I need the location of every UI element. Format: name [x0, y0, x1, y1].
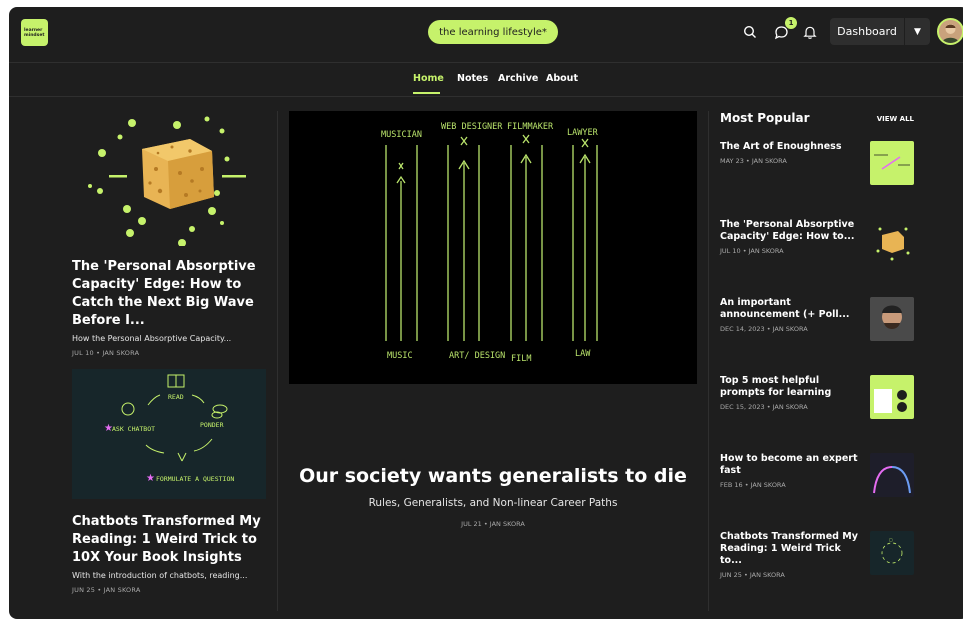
search-icon[interactable]: [740, 22, 760, 42]
nav-item-home[interactable]: Home: [413, 73, 444, 84]
article-title[interactable]: Chatbots Transformed My Reading: 1 Weird…: [72, 513, 272, 567]
article-meta: JUL 10 • JAN SKORA: [72, 349, 140, 357]
dashboard-button[interactable]: Dashboard: [830, 18, 904, 45]
sketch-word-read: READ: [168, 393, 184, 401]
chevron-down-icon: ▼: [914, 26, 921, 37]
hero-title[interactable]: Our society wants generalists to die: [289, 465, 697, 487]
sketch-word-ask: ASK CHATBOT: [112, 425, 155, 433]
sponge-illustration: [72, 111, 272, 247]
most-popular-sidebar: Most Popular VIEW ALL The Art of Enoughn…: [720, 111, 914, 579]
popular-item-title[interactable]: Top 5 most helpful prompts for learning: [720, 375, 862, 399]
top-bar: learner mindset the learning lifestyle* …: [9, 7, 963, 63]
sketch-label-filmmaker: FILMMAKER: [507, 122, 554, 132]
main-nav: Home Notes Archive About: [9, 63, 963, 97]
chatbot-sketch-image: READ PONDER FORMULATE A QUESTION ASK CHA…: [72, 369, 266, 499]
popular-item-title[interactable]: The Art of Enoughness: [720, 141, 862, 153]
popular-item-thumbnail[interactable]: ▢: [870, 531, 914, 575]
hero-meta: JUL 21 • JAN SKORA: [461, 520, 525, 528]
article-card[interactable]: READ PONDER FORMULATE A QUESTION ASK CHA…: [72, 369, 272, 594]
nav-item-notes[interactable]: Notes: [457, 73, 488, 84]
sketch-word-ponder: PONDER: [200, 421, 224, 429]
active-nav-indicator: [413, 92, 440, 94]
sketch-label-web-designer: WEB DESIGNER: [441, 122, 503, 132]
left-column: The 'Personal Absorptive Capacity' Edge:…: [72, 111, 272, 594]
popular-item[interactable]: How to become an expert fast FEB 16 • JA…: [720, 453, 914, 497]
app-window: learner mindset the learning lifestyle* …: [9, 7, 963, 619]
article-card[interactable]: The 'Personal Absorptive Capacity' Edge:…: [72, 111, 272, 357]
sketch-word-formulate: FORMULATE A QUESTION: [156, 475, 234, 483]
notification-badge: 1: [785, 17, 797, 29]
sketch-label-musician: MUSICIAN: [381, 130, 422, 140]
hero-subtitle: Rules, Generalists, and Non-linear Caree…: [368, 497, 618, 509]
avatar[interactable]: [937, 18, 963, 45]
sketch-label-art-design: ART/ DESIGN: [449, 351, 505, 361]
career-paths-sketch: MUSICIAN WEB DESIGNER FILMMAKER LAWYER M…: [381, 122, 599, 364]
sketch-label-music: MUSIC: [387, 351, 413, 361]
sketch-label-lawyer: LAWYER: [567, 128, 599, 138]
sketch-label-film: FILM: [511, 354, 531, 364]
column-divider: [708, 111, 709, 611]
article-title[interactable]: The 'Personal Absorptive Capacity' Edge:…: [72, 258, 272, 330]
star-icon: ★: [104, 423, 113, 434]
popular-item-title[interactable]: The 'Personal Absorptive Capacity' Edge:…: [720, 219, 862, 243]
column-divider: [277, 111, 278, 611]
popular-item-title[interactable]: How to become an expert fast: [720, 453, 862, 477]
popular-item-title[interactable]: An important announcement (+ Poll...: [720, 297, 862, 321]
popular-item[interactable]: Chatbots Transformed My Reading: 1 Weird…: [720, 531, 914, 579]
logo-line-2: mindset: [24, 32, 45, 38]
popular-item[interactable]: Top 5 most helpful prompts for learning …: [720, 375, 914, 419]
svg-text:▢: ▢: [889, 537, 893, 542]
hero-image[interactable]: MUSICIAN WEB DESIGNER FILMMAKER LAWYER M…: [289, 111, 697, 384]
sketch-label-law: LAW: [575, 349, 591, 359]
popular-item[interactable]: The 'Personal Absorptive Capacity' Edge:…: [720, 219, 914, 263]
article-subtitle: With the introduction of chatbots, readi…: [72, 571, 248, 580]
popular-item-thumbnail[interactable]: [870, 219, 914, 263]
popular-item-thumbnail[interactable]: [870, 375, 914, 419]
dashboard-dropdown[interactable]: ▼: [905, 18, 930, 45]
popular-item[interactable]: The Art of Enoughness MAY 23 • JAN SKORA: [720, 141, 914, 185]
popular-item-thumbnail[interactable]: [870, 453, 914, 497]
article-meta: JUN 25 • JAN SKORA: [72, 586, 141, 594]
bell-icon[interactable]: [800, 22, 820, 42]
nav-item-about[interactable]: About: [546, 73, 578, 84]
site-logo[interactable]: learner mindset: [21, 19, 48, 46]
tagline-pill[interactable]: the learning lifestyle*: [428, 20, 558, 44]
popular-item-thumbnail[interactable]: [870, 141, 914, 185]
popular-item-thumbnail[interactable]: [870, 297, 914, 341]
nav-item-archive[interactable]: Archive: [498, 73, 538, 84]
popular-item[interactable]: An important announcement (+ Poll... DEC…: [720, 297, 914, 341]
article-subtitle: How the Personal Absorptive Capacity...: [72, 334, 232, 343]
popular-item-title[interactable]: Chatbots Transformed My Reading: 1 Weird…: [720, 531, 862, 567]
star-icon: ★: [146, 473, 155, 484]
view-all-link[interactable]: VIEW ALL: [877, 115, 914, 123]
